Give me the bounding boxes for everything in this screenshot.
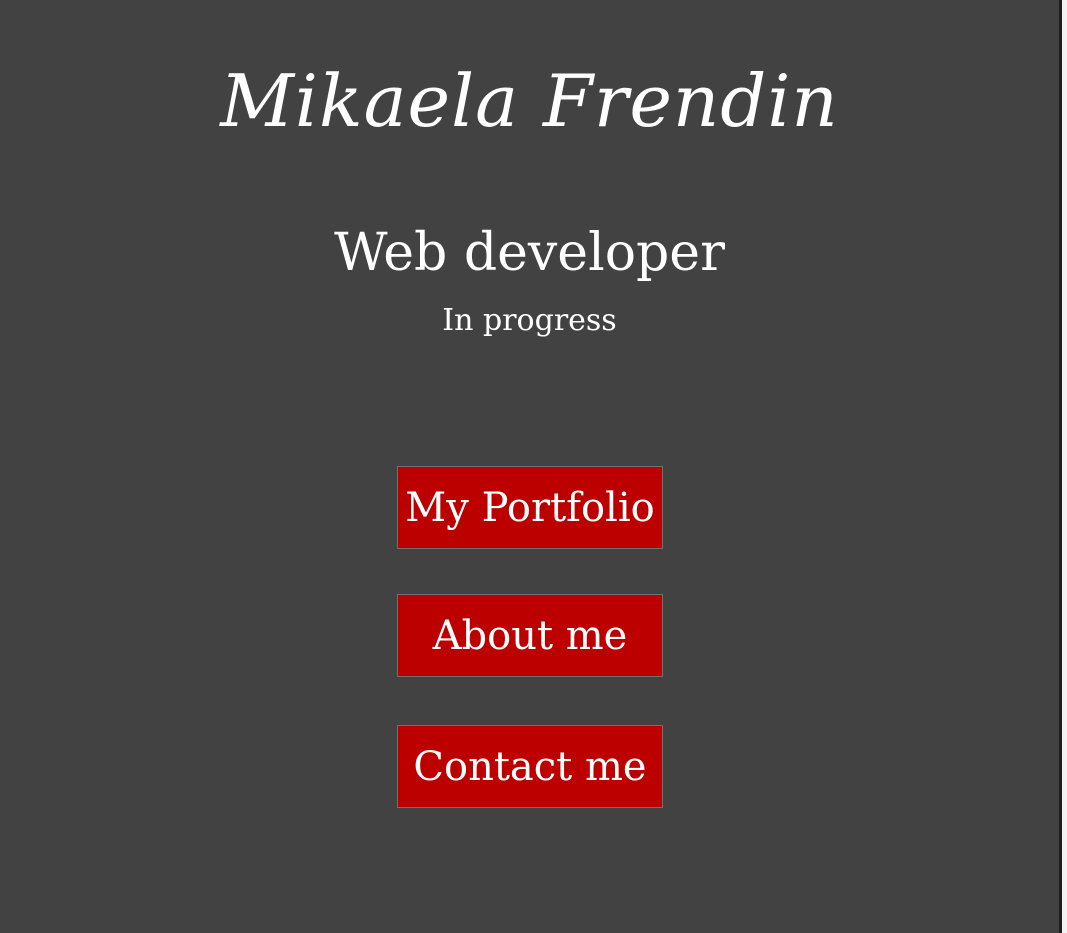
contact-me-label: Contact me xyxy=(413,743,647,790)
role-heading: Web developer xyxy=(334,223,725,283)
scrollbar-track[interactable] xyxy=(1062,0,1067,933)
contact-me-button[interactable]: Contact me xyxy=(397,725,663,808)
site-name: Mikaela Frendin xyxy=(220,59,839,143)
page-background: Mikaela Frendin Web developer In progres… xyxy=(0,0,1059,933)
status-subtitle: In progress xyxy=(442,303,617,338)
about-me-label: About me xyxy=(432,612,628,659)
my-portfolio-button[interactable]: My Portfolio xyxy=(397,466,663,549)
my-portfolio-label: My Portfolio xyxy=(405,484,655,531)
about-me-button[interactable]: About me xyxy=(397,594,663,677)
